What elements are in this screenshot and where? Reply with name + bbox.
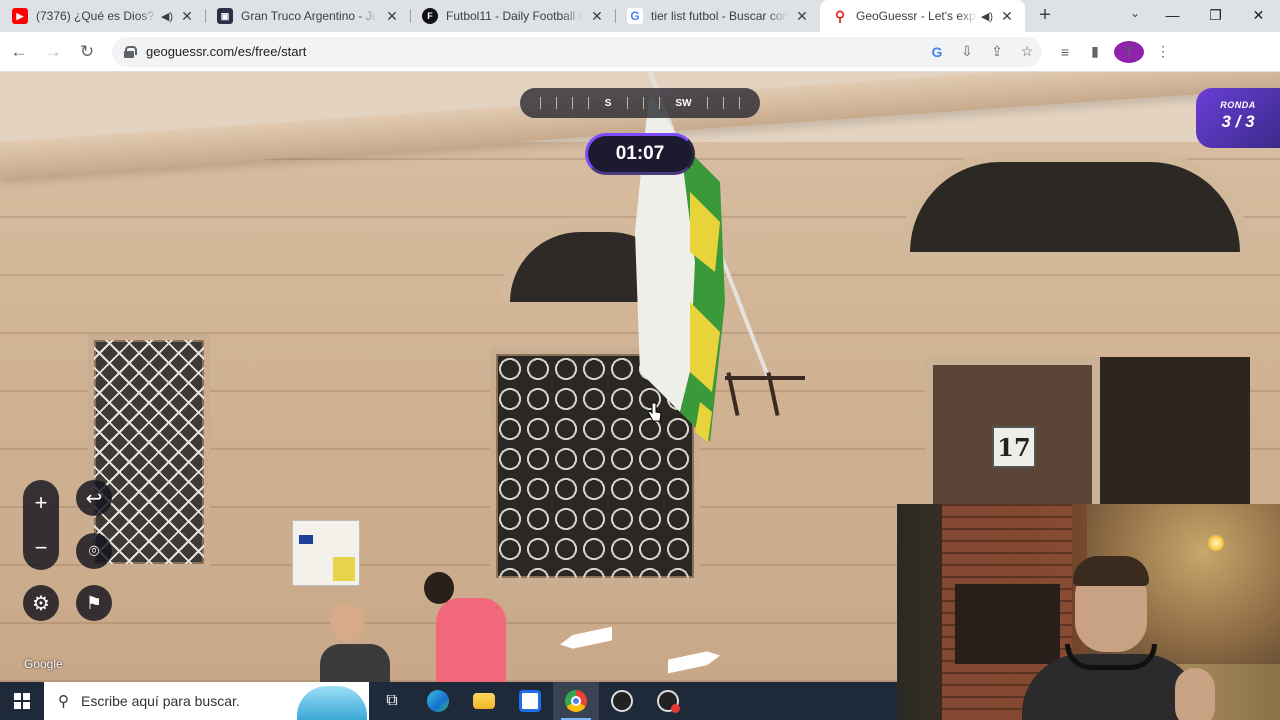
search-icon: ⚲ — [58, 693, 69, 710]
pedestrian-pink-shirt — [418, 572, 518, 682]
side-panel-icon[interactable]: ▮ — [1080, 43, 1110, 60]
address-bar[interactable]: geoguessr.com/es/free/start G ⇩ ⇪ ☆ — [112, 36, 1042, 67]
obs-icon[interactable] — [599, 682, 645, 720]
tab-truco[interactable]: ▣ Gran Truco Argentino - Jueg ✕ — [205, 0, 410, 32]
lock-icon[interactable] — [124, 45, 137, 58]
brick-oven — [955, 584, 1060, 664]
map-pin-icon: ⌾ — [88, 540, 100, 561]
omnibox-actions: G ⇩ ⇪ ☆ — [922, 43, 1042, 60]
back-icon[interactable]: ← — [4, 37, 34, 67]
edge-icon[interactable] — [415, 682, 461, 720]
task-view-icon[interactable]: ⧉ — [369, 682, 415, 720]
url-text[interactable]: geoguessr.com/es/free/start — [146, 44, 306, 59]
set-checkpoint-button[interactable]: ⌾ — [76, 533, 112, 569]
windows-logo-icon — [14, 693, 30, 709]
window-grille — [94, 340, 204, 564]
toolbar-actions: ≡ ▮ T ⋮ — [1050, 40, 1178, 63]
tab-strip: ▶ (7376) ¿Qué es Dios? | H ◀) ✕ ▣ Gran T… — [0, 0, 1280, 32]
zoom-out-icon[interactable]: − — [35, 530, 48, 566]
zoom-in-icon[interactable]: + — [35, 485, 48, 521]
close-icon[interactable]: ✕ — [589, 8, 605, 24]
tab-title: Gran Truco Argentino - Jueg — [241, 9, 378, 23]
reading-list-icon[interactable]: ≡ — [1050, 44, 1080, 60]
tab-title: Futbol11 - Daily Football Ga — [446, 9, 583, 23]
forward-icon[interactable]: → — [38, 37, 68, 67]
store-icon[interactable] — [507, 682, 553, 720]
compass-southwest: SW — [675, 97, 692, 109]
minimize-icon[interactable]: — — [1151, 0, 1194, 30]
undo-move-button[interactable]: ↩ — [76, 480, 112, 516]
truco-icon: ▣ — [217, 8, 233, 24]
close-icon[interactable]: ✕ — [179, 8, 195, 24]
gear-icon: ⚙ — [32, 592, 50, 615]
tab-title: (7376) ¿Qué es Dios? | H — [36, 9, 157, 23]
compass-south: S — [604, 97, 612, 109]
youtube-icon: ▶ — [12, 8, 28, 24]
close-icon[interactable]: ✕ — [999, 8, 1015, 24]
google-icon: G — [627, 8, 643, 24]
compass-bar: S SW — [520, 88, 760, 118]
round-indicator: RONDA 3 / 3 — [1196, 88, 1280, 148]
tab-google-search[interactable]: G tier list futbol - Buscar con G ✕ — [615, 0, 820, 32]
window-controls: — ❐ ✕ — [1151, 0, 1280, 32]
taskbar-search[interactable]: ⚲ Escribe aquí para buscar. — [44, 682, 369, 720]
windows-taskbar: ⚲ Escribe aquí para buscar. ⧉ — [0, 682, 897, 720]
start-button[interactable] — [0, 682, 44, 720]
search-highlight-image — [297, 686, 367, 720]
close-icon[interactable]: ✕ — [794, 8, 810, 24]
flag-icon: ⚑ — [85, 592, 103, 613]
tab-geoguessr[interactable]: ⚲ GeoGuessr - Let's explo ◀) ✕ — [820, 0, 1025, 32]
google-watermark: Google — [24, 657, 63, 671]
tab-youtube[interactable]: ▶ (7376) ¿Qué es Dios? | H ◀) ✕ — [0, 0, 205, 32]
round-label: RONDA — [1220, 100, 1256, 110]
flag-bracket — [725, 372, 805, 416]
streamer-hair — [1073, 556, 1149, 586]
bookmark-star-icon[interactable]: ☆ — [1012, 43, 1042, 60]
futbol11-icon: F — [422, 8, 438, 24]
house-number-plate: 17 — [992, 426, 1036, 468]
close-icon[interactable]: ✕ — [384, 8, 400, 24]
settings-button[interactable]: ⚙ — [23, 585, 59, 621]
file-explorer-icon[interactable] — [461, 682, 507, 720]
hand-cursor-icon — [648, 402, 662, 422]
streamer-arm — [1175, 668, 1215, 720]
webcam-overlay — [897, 504, 1280, 720]
screen: ▶ (7376) ¿Qué es Dios? | H ◀) ✕ ▣ Gran T… — [0, 0, 1280, 720]
chevron-down-icon[interactable]: ⌄ — [1130, 6, 1140, 20]
door-arch — [900, 152, 1250, 252]
undo-arrow-icon: ↩ — [85, 487, 103, 510]
tab-futbol11[interactable]: F Futbol11 - Daily Football Ga ✕ — [410, 0, 615, 32]
taskbar-search-placeholder: Escribe aquí para buscar. — [81, 693, 240, 709]
restore-icon[interactable]: ❐ — [1194, 0, 1237, 30]
obs-recording-icon[interactable] — [645, 682, 691, 720]
avatar[interactable]: T — [1114, 40, 1144, 63]
browser-toolbar: ← → ↻ geoguessr.com/es/free/start G ⇩ ⇪ … — [0, 32, 1280, 72]
tab-title: GeoGuessr - Let's explo — [856, 9, 977, 23]
return-to-start-button[interactable]: ⚑ — [76, 585, 112, 621]
close-window-icon[interactable]: ✕ — [1237, 0, 1280, 30]
geoguessr-pin-icon: ⚲ — [834, 7, 846, 24]
install-icon[interactable]: ⇩ — [952, 43, 982, 60]
chrome-icon[interactable] — [553, 682, 599, 720]
round-timer: 01:07 — [585, 133, 695, 175]
menu-kebab-icon[interactable]: ⋮ — [1148, 43, 1178, 60]
zoom-controls: + − — [23, 480, 59, 570]
info-plaque — [292, 520, 360, 586]
tab-title: tier list futbol - Buscar con G — [651, 9, 788, 23]
round-value: 3 / 3 — [1221, 112, 1255, 131]
reload-icon[interactable]: ↻ — [72, 37, 102, 67]
barred-window-left — [88, 334, 210, 570]
wall-lamp — [1207, 534, 1225, 552]
speaker-icon[interactable]: ◀) — [161, 10, 173, 23]
new-tab-button[interactable]: + — [1031, 2, 1059, 30]
google-lens-icon[interactable]: G — [922, 44, 952, 60]
share-icon[interactable]: ⇪ — [982, 43, 1012, 60]
pedestrian — [320, 602, 390, 682]
speaker-icon[interactable]: ◀) — [981, 10, 993, 23]
headphones — [1065, 644, 1157, 670]
